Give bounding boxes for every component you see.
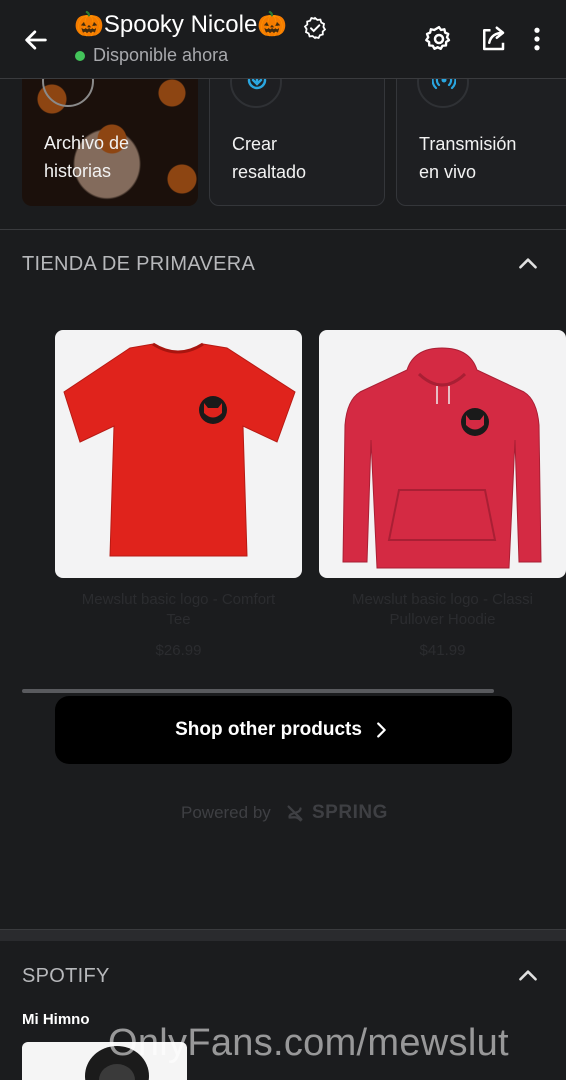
settings-gear-icon[interactable] [424,24,454,54]
create-highlight-ring [230,79,282,108]
red-hoodie-image [342,347,542,569]
highlights-row: Archivo de historias Crear resaltado Tra… [0,79,566,229]
live-stream-card[interactable]: Transmisión en vivo [396,79,566,206]
spring-logo-icon [287,805,303,822]
create-label-line2: resaltado [232,162,307,182]
product-card-hoodie[interactable] [319,330,566,578]
powered-by-label: Powered by [181,803,271,822]
chevron-right-icon [377,722,386,738]
live-stream-ring [417,79,469,108]
story-archive-card[interactable]: Archivo de historias [22,79,198,206]
shop-button-label: Shop other products [175,719,362,740]
product-name-hoodie-line2: Pullover Hoodie [389,611,496,628]
shop-other-products-button[interactable]: Shop other products [55,696,512,764]
profile-name: 🎃Spooky Nicole🎃 [74,11,288,38]
app-header: 🎃Spooky Nicole🎃 Disponible ahora [0,0,566,79]
spotify-section-title: SPOTIFY [22,965,110,987]
section-separator [0,929,566,941]
product-price-tee: $26.99 [155,642,202,659]
archive-label-line1: Archivo de [44,133,130,153]
product-name-tee[interactable]: Mewslut basic logo - Comfort Tee [55,590,302,630]
live-label-line1: Transmisión [419,134,517,154]
red-tshirt-image [63,342,296,557]
back-arrow-icon[interactable] [22,26,50,54]
create-highlight-card[interactable]: Crear resaltado [209,79,385,206]
live-label-line2: en vivo [419,162,477,182]
more-options-icon[interactable] [522,24,552,54]
product-card-tee[interactable] [55,330,302,578]
product-name-hoodie-line1: Mewslut basic logo - Classi [352,591,533,608]
share-icon[interactable] [478,24,508,54]
section-divider [0,229,566,230]
availability-status: Disponible ahora [93,45,229,65]
product-name-tee-line2: Tee [166,611,191,628]
create-label-line1: Crear [232,134,278,154]
collapse-chevron-icon[interactable] [515,963,541,989]
product-name-tee-line1: Mewslut basic logo - Comfort [81,591,276,608]
collapse-chevron-icon[interactable] [515,251,541,277]
add-highlight-icon [247,79,267,90]
online-status-dot [75,51,85,61]
product-name-hoodie[interactable]: Mewslut basic logo - Classi Pullover Hoo… [319,590,566,630]
playlist-title: Mi Himno [22,1011,90,1028]
product-carousel-scrollbar[interactable] [22,689,494,693]
product-price-hoodie: $41.99 [419,642,466,659]
verified-badge-icon [303,16,327,40]
watermark-text: OnlyFans.com/mewslut [108,1022,509,1064]
live-broadcast-icon [432,79,456,90]
archive-label-line2: historias [44,161,112,181]
spring-brand-label[interactable]: SPRING [312,802,388,824]
shop-section-title: TIENDA DE PRIMAVERA [22,253,256,275]
